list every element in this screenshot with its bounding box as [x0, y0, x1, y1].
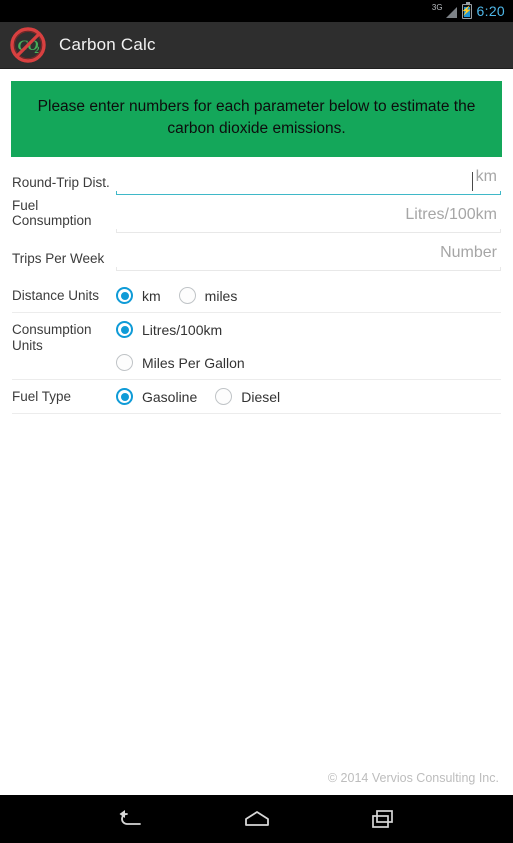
- status-bar-right-cluster: 3G ⚡ 6:20: [431, 1, 505, 19]
- radio-group-consumption-units: Litres/100km Miles Per Gallon: [116, 313, 501, 379]
- radio-row-fuel-type: Fuel Type Gasoline Diesel: [0, 380, 513, 413]
- radio-button-gasoline[interactable]: [116, 388, 133, 405]
- radio-option-label-miles: miles: [204, 287, 238, 304]
- charging-bolt-icon: ⚡: [460, 5, 473, 16]
- radio-button-miles-per-gallon[interactable]: [116, 354, 133, 371]
- radio-button-km[interactable]: [116, 287, 133, 304]
- signal-bars-icon: [445, 6, 457, 18]
- copyright-footer: © 2014 Vervios Consulting Inc.: [327, 771, 499, 785]
- android-navigation-bar: [0, 795, 513, 843]
- svg-text:2: 2: [34, 45, 40, 55]
- radio-button-litres-per-100km[interactable]: [116, 321, 133, 338]
- field-input-wrap-trips-per-week: [116, 239, 501, 271]
- home-icon: [242, 808, 272, 830]
- field-underline: [116, 229, 501, 233]
- radio-option-km[interactable]: km: [116, 279, 175, 312]
- field-row-round-trip-dist: Round-Trip Dist.: [0, 161, 513, 195]
- field-underline-focused: [116, 191, 501, 195]
- app-title: Carbon Calc: [59, 35, 156, 54]
- recents-icon: [368, 808, 398, 830]
- battery-charging-icon: ⚡: [460, 1, 473, 19]
- field-underline: [116, 267, 501, 271]
- field-row-trips-per-week: Trips Per Week: [0, 237, 513, 271]
- round-trip-dist-input[interactable]: [116, 163, 501, 195]
- status-bar: 3G ⚡ 6:20: [0, 0, 513, 22]
- radio-option-diesel[interactable]: Diesel: [215, 380, 294, 413]
- radio-group-fuel-type: Gasoline Diesel: [116, 380, 501, 413]
- co2-prohibited-logo-icon: CO 2: [10, 27, 46, 63]
- radio-button-miles[interactable]: [178, 287, 196, 304]
- radio-option-litres-per-100km[interactable]: Litres/100km: [116, 313, 497, 346]
- radio-option-label-litres-per-100km: Litres/100km: [142, 321, 223, 338]
- radio-option-miles[interactable]: miles: [178, 279, 252, 312]
- radio-row-consumption-units: Consumption Units Litres/100km Miles Per…: [0, 313, 513, 379]
- field-label-trips-per-week: Trips Per Week: [12, 251, 105, 266]
- radio-option-label-diesel: Diesel: [241, 388, 281, 405]
- field-input-wrap-fuel-consumption: [116, 201, 501, 233]
- recents-button[interactable]: [355, 799, 411, 839]
- main-content: Please enter numbers for each parameter …: [0, 81, 513, 795]
- back-button[interactable]: [103, 799, 159, 839]
- back-icon: [116, 808, 146, 830]
- radio-label-distance-units: Distance Units: [12, 288, 100, 303]
- field-label-round-trip-dist: Round-Trip Dist.: [12, 175, 110, 190]
- field-input-wrap-round-trip-dist: [116, 163, 501, 195]
- radio-row-distance-units: Distance Units km miles: [0, 279, 513, 312]
- radio-option-gasoline[interactable]: Gasoline: [116, 380, 211, 413]
- radio-button-diesel[interactable]: [215, 388, 233, 405]
- radio-option-label-gasoline: Gasoline: [142, 388, 198, 405]
- action-bar: CO 2 Carbon Calc: [0, 22, 513, 69]
- trips-per-week-input[interactable]: [116, 239, 501, 271]
- instructions-banner: Please enter numbers for each parameter …: [11, 81, 502, 157]
- status-bar-clock: 6:20: [476, 3, 505, 19]
- radio-option-label-km: km: [142, 287, 161, 304]
- text-cursor: [471, 172, 473, 191]
- radio-option-label-miles-per-gallon: Miles Per Gallon: [142, 354, 245, 371]
- fuel-consumption-input[interactable]: [116, 201, 501, 233]
- radio-label-consumption-units: Consumption Units: [12, 322, 92, 353]
- radio-group-distance-units: km miles: [116, 279, 501, 312]
- field-label-fuel-consumption: Fuel Consumption: [12, 198, 92, 228]
- radio-label-fuel-type: Fuel Type: [12, 389, 72, 404]
- home-button[interactable]: [229, 799, 285, 839]
- radio-option-miles-per-gallon[interactable]: Miles Per Gallon: [116, 346, 497, 379]
- network-type-label: 3G: [431, 3, 443, 12]
- field-row-fuel-consumption: Fuel Consumption: [0, 198, 513, 233]
- section-divider: [12, 413, 501, 414]
